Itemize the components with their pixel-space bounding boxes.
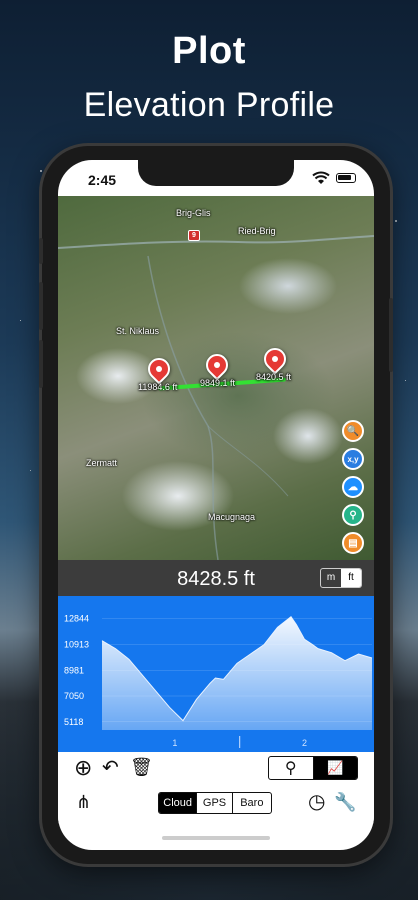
wrench-icon[interactable]: 🔧 [334, 792, 356, 812]
search-icon[interactable]: 🔍 [342, 420, 364, 442]
y-tick-label: 5118 [64, 717, 83, 727]
home-indicator [162, 836, 270, 840]
source-cloud-option[interactable]: Cloud [159, 793, 197, 813]
power-button [389, 298, 393, 372]
share-icon[interactable]: ⋔ [76, 792, 91, 812]
battery-icon [336, 173, 356, 183]
star [20, 320, 21, 321]
map-label-zermatt: Zermatt [86, 458, 118, 468]
coordinates-button[interactable]: x,y [342, 448, 364, 470]
chart-view-icon[interactable]: 📈 [312, 757, 357, 779]
map-label-brig-glis: Brig-Glis [176, 208, 211, 218]
elevation-chart[interactable]: 12844 10913 8981 7050 5118 1 2 [58, 596, 374, 752]
waypoint-label-1: 11984.6 ft [138, 382, 178, 392]
waypoint-label-2: 9849.1 ft [200, 378, 236, 388]
layers-icon[interactable]: ☁ [342, 476, 364, 498]
star [395, 220, 397, 222]
marketing-subtitle: Elevation Profile [83, 86, 335, 124]
notch [138, 160, 294, 186]
y-tick-label: 7050 [64, 691, 84, 701]
star [40, 170, 42, 172]
add-icon[interactable]: ⊕ [74, 757, 92, 779]
top-toolbar: ⊕ ↶ 🗑 ⚲ 📈 [58, 752, 374, 784]
gauge-icon[interactable]: ◷ [308, 792, 325, 812]
map-label-ried-brig: Ried-Brig [238, 226, 276, 236]
map-label-st-niklaus: St. Niklaus [116, 326, 160, 336]
unit-feet-option[interactable]: ft [341, 569, 361, 587]
undo-icon[interactable]: ↶ [102, 758, 119, 778]
view-mode-toggle[interactable]: ⚲ 📈 [268, 756, 358, 780]
source-selector[interactable]: Cloud GPS Baro [158, 792, 272, 814]
source-baro-option[interactable]: Baro [231, 793, 271, 813]
map-type-icon[interactable]: ▤ [342, 532, 364, 554]
x-tick-label: 2 [302, 738, 307, 748]
unit-meters-option[interactable]: m [321, 569, 341, 587]
volume-down-button [39, 340, 43, 388]
location-icon[interactable]: ⚲ [342, 504, 364, 526]
volume-up-button [39, 282, 43, 330]
elevation-area [102, 616, 372, 730]
satellite-map[interactable]: Brig-Glis 9 Ried-Brig St. Niklaus Zermat… [58, 196, 374, 560]
elevation-readout-bar: 8428.5 ft m ft [58, 560, 374, 596]
mute-switch [39, 238, 43, 264]
phone-screen: 2:45 Brig-Glis 9 Ried-Brig St. Niklaus Z… [58, 160, 374, 850]
star [405, 380, 406, 381]
marketing-title: Plot [172, 30, 246, 72]
y-tick-label: 10913 [64, 639, 89, 649]
elevation-chart-svg: 12844 10913 8981 7050 5118 1 2 [64, 614, 373, 748]
y-tick-label: 12844 [64, 614, 89, 624]
map-label-macugnaga: Macugnaga [208, 512, 256, 522]
bottom-toolbar: ⋔ Cloud GPS Baro ◷ 🔧 [58, 784, 374, 824]
source-gps-option[interactable]: GPS [196, 793, 231, 813]
trash-icon[interactable]: 🗑 [130, 757, 153, 777]
unit-toggle[interactable]: m ft [320, 568, 362, 588]
star [30, 470, 31, 471]
status-time: 2:45 [88, 172, 117, 188]
road-number-badge: 9 [188, 230, 200, 241]
pin-view-icon[interactable]: ⚲ [269, 757, 313, 779]
x-tick-label: 1 [172, 738, 177, 748]
wifi-icon [312, 171, 330, 184]
waypoint-label-3: 8420.5 ft [256, 372, 292, 382]
y-tick-label: 8981 [64, 665, 84, 675]
